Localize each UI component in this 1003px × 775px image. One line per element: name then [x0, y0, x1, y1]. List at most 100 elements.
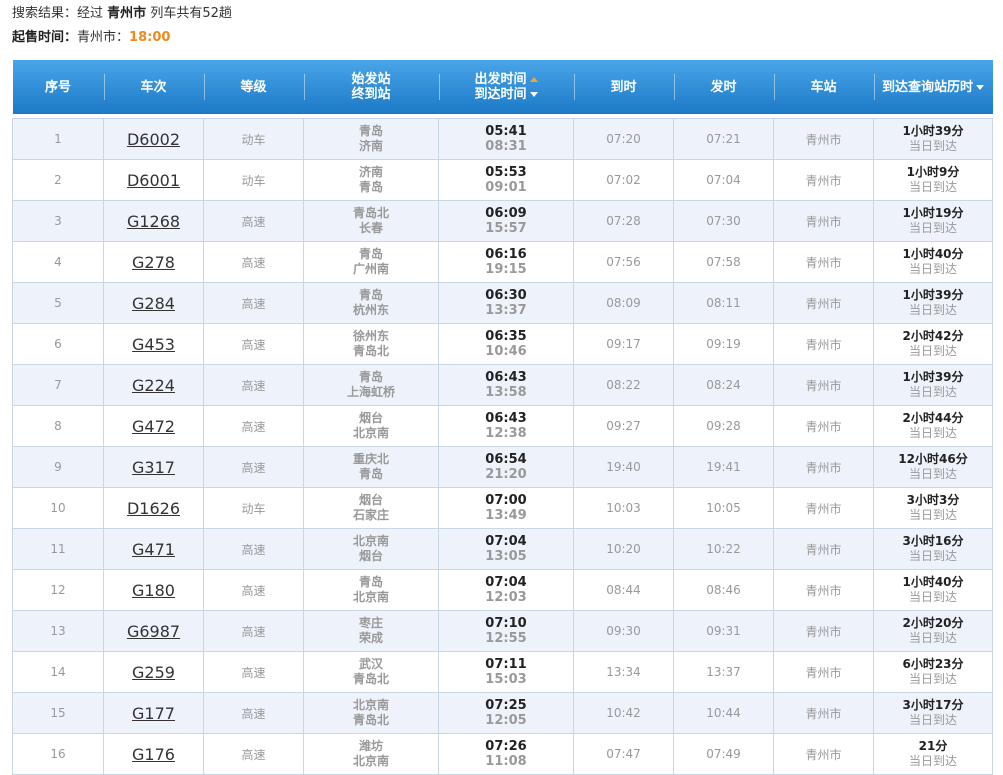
travel-duration: 2小时42分 — [902, 329, 964, 343]
train-number-link[interactable]: G278 — [132, 253, 175, 272]
train-grade: 高速 — [203, 651, 304, 693]
row-index: 5 — [12, 282, 104, 324]
train-cell: G453 — [103, 323, 204, 365]
travel-duration: 1小时40分 — [902, 247, 964, 261]
from-station: 北京南 — [352, 698, 389, 712]
train-cell: G317 — [103, 446, 204, 488]
header-to: 终到站 — [351, 87, 391, 102]
train-number-link[interactable]: G453 — [132, 335, 175, 354]
train-cell: G471 — [103, 528, 204, 570]
times-cell: 05:53 09:01 — [438, 159, 574, 201]
travel-duration: 3小时17分 — [902, 698, 964, 712]
table-row: 8 G472 高速 烟台 北京南 06:43 12:38 09:27 09:28 青州市 2小时44… — [12, 405, 993, 447]
sort-down-icon[interactable] — [976, 84, 984, 90]
from-station: 青岛 — [358, 288, 383, 302]
arrival-day: 当日到达 — [908, 303, 957, 317]
stations-cell: 济南 青岛 — [303, 159, 439, 201]
arrive-at-station: 10:20 — [573, 528, 674, 570]
from-station: 青岛 — [358, 124, 383, 138]
depart-at-station: 19:41 — [673, 446, 774, 488]
train-number-link[interactable]: G177 — [132, 704, 175, 723]
from-station: 青岛 — [358, 247, 383, 261]
stations-cell: 青岛 杭州东 — [303, 282, 439, 324]
arrival-day: 当日到达 — [908, 262, 957, 276]
train-cell: G1268 — [103, 200, 204, 242]
table-row: 3 G1268 高速 青岛北 长春 06:09 15:57 07:28 07:30 青州市 1小时1… — [12, 200, 993, 242]
train-number-link[interactable]: D1626 — [127, 499, 180, 518]
table-header: 序号 车次 等级 始发站 终到站 出发时间 到达时间 到时 发时 车站 到达查询… — [12, 60, 993, 114]
table-row: 12 G180 高速 青岛 北京南 07:04 12:03 08:44 08:46 青州市 1小时4… — [12, 569, 993, 611]
query-station: 青州市 — [773, 364, 874, 406]
query-station: 青州市 — [773, 405, 874, 447]
train-grade: 高速 — [203, 405, 304, 447]
train-number-link[interactable]: G6987 — [127, 622, 180, 641]
header-dep-sort[interactable]: 出发时间 — [474, 72, 526, 87]
from-station: 潍坊 — [358, 739, 383, 753]
to-station: 广州南 — [352, 262, 389, 276]
train-number-link[interactable]: G284 — [132, 294, 175, 313]
train-table-wrapper: 序号 车次 等级 始发站 终到站 出发时间 到达时间 到时 发时 车站 到达查询… — [12, 60, 993, 775]
train-number-link[interactable]: G472 — [132, 417, 175, 436]
duration-cell: 1小时40分 当日到达 — [873, 569, 993, 611]
depart-at-station: 13:37 — [673, 651, 774, 693]
train-number-link[interactable]: G471 — [132, 540, 175, 559]
table-row: 16 G176 高速 潍坊 北京南 07:26 11:08 07:47 07:49 青州市 21分当… — [12, 733, 993, 775]
header-depart-at: 发时 — [673, 60, 774, 114]
times-cell: 07:04 13:05 — [438, 528, 574, 570]
row-index: 3 — [12, 200, 104, 242]
arrival-day: 当日到达 — [908, 508, 957, 522]
departure-time: 05:41 — [485, 124, 527, 139]
arrival-time: 12:38 — [485, 426, 527, 441]
query-station: 青州市 — [773, 733, 874, 775]
arrival-day: 当日到达 — [908, 385, 957, 399]
header-duration[interactable]: 到达查询站历时 — [873, 60, 993, 114]
train-number-link[interactable]: G224 — [132, 376, 175, 395]
train-number-link[interactable]: G259 — [132, 663, 175, 682]
arrival-day: 当日到达 — [908, 344, 957, 358]
row-index: 2 — [12, 159, 104, 201]
summary-city: 青州市 — [107, 6, 147, 21]
train-grade: 高速 — [203, 323, 304, 365]
arrival-time: 12:55 — [485, 631, 527, 646]
stations-cell: 青岛 北京南 — [303, 569, 439, 611]
row-index: 1 — [12, 118, 104, 160]
train-grade: 高速 — [203, 282, 304, 324]
train-number-link[interactable]: G317 — [132, 458, 175, 477]
header-arr-sort[interactable]: 到达时间 — [474, 87, 526, 102]
stations-cell: 枣庄 荣成 — [303, 610, 439, 652]
header-times[interactable]: 出发时间 到达时间 — [438, 60, 574, 114]
train-number-link[interactable]: G176 — [132, 745, 175, 764]
train-number-link[interactable]: G180 — [132, 581, 175, 600]
to-station: 北京南 — [352, 426, 389, 440]
stations-cell: 青岛 广州南 — [303, 241, 439, 283]
train-number-link[interactable]: G1268 — [127, 212, 180, 231]
sort-up-icon[interactable] — [529, 77, 538, 82]
travel-duration: 1小时40分 — [902, 575, 964, 589]
header-duration-sort[interactable]: 到达查询站历时 — [882, 80, 973, 95]
summary-suffix: 列车共有52趟 — [150, 6, 232, 21]
sort-down-icon[interactable] — [529, 92, 538, 97]
train-number-link[interactable]: D6001 — [127, 171, 180, 190]
arrive-at-station: 07:56 — [573, 241, 674, 283]
depart-at-station: 10:22 — [673, 528, 774, 570]
to-station: 杭州东 — [352, 303, 389, 317]
travel-duration: 6小时23分 — [902, 657, 964, 671]
depart-at-station: 07:58 — [673, 241, 774, 283]
to-station: 烟台 — [358, 549, 383, 563]
query-station: 青州市 — [773, 282, 874, 324]
arrive-at-station: 08:22 — [573, 364, 674, 406]
train-number-link[interactable]: D6002 — [127, 130, 180, 149]
row-index: 11 — [12, 528, 104, 570]
train-cell: G224 — [103, 364, 204, 406]
times-cell: 06:54 21:20 — [438, 446, 574, 488]
train-cell: D6002 — [103, 118, 204, 160]
to-station: 上海虹桥 — [346, 385, 395, 399]
train-cell: G278 — [103, 241, 204, 283]
stations-cell: 烟台 石家庄 — [303, 487, 439, 529]
from-station: 武汉 — [358, 657, 383, 671]
depart-at-station: 10:05 — [673, 487, 774, 529]
train-cell: G6987 — [103, 610, 204, 652]
duration-cell: 1小时39分 当日到达 — [873, 118, 993, 160]
stations-cell: 北京南 青岛北 — [303, 692, 439, 734]
arrival-time: 13:58 — [485, 385, 527, 400]
